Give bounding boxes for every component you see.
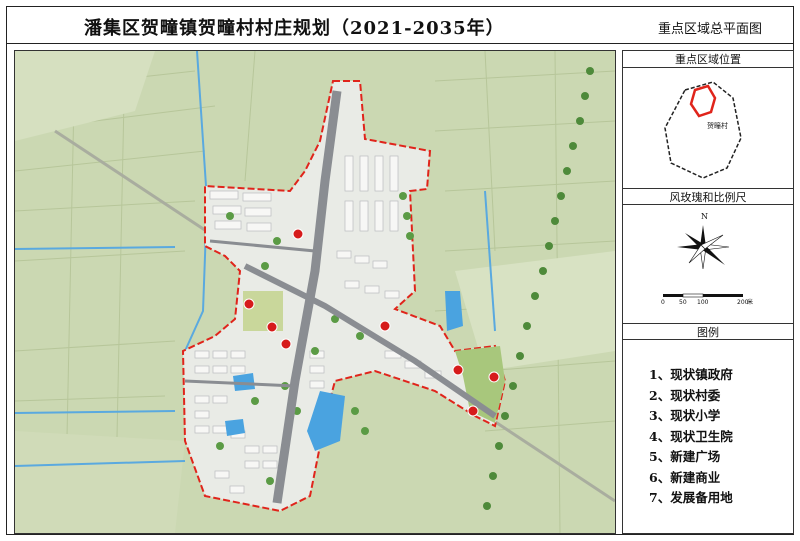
scale-bar: 0 50 100 200 米 xyxy=(661,293,753,306)
map-title: 潘集区贺疃镇贺疃村村庄规划（2021-2035年） xyxy=(84,18,505,39)
legend-item: 7、发展备用地 xyxy=(649,490,733,505)
legend-list: 1、现状镇政府 2、现状村委 3、现状小学 4、现状卫生院 5、新建广场 6、新… xyxy=(649,365,733,509)
map-subtitle: 重点区域总平面图 xyxy=(657,22,762,37)
legend-item: 1、现状镇政府 xyxy=(649,367,733,382)
legend-item: 2、现状村委 xyxy=(649,387,721,403)
focus-area-outline xyxy=(689,84,717,118)
side-panel: 重点区域位置 贺疃村 风玫瑰和比例尺 N 0 50 100 200 米 图例 1… xyxy=(622,50,794,534)
legend-item: 3、现状小学 xyxy=(649,408,721,423)
location-inset: 贺疃村 xyxy=(664,81,742,179)
north-label: N xyxy=(701,212,708,221)
header-bar: 潘集区贺疃镇贺疃村村庄规划（2021-2035年） 重点区域总平面图 xyxy=(6,6,794,44)
site-plan-svg xyxy=(15,51,615,533)
compass-panel-title: 风玫瑰和比例尺 xyxy=(623,188,793,205)
legend-item: 6、新建商业 xyxy=(649,469,721,485)
legend-item: 5、新建广场 xyxy=(649,449,721,464)
village-label: 贺疃村 xyxy=(707,121,728,130)
legend-panel-title: 图例 xyxy=(623,323,793,340)
scale-tick-0: 0 xyxy=(661,299,665,306)
site-plan-map xyxy=(14,50,616,534)
legend-item: 4、现状卫生院 xyxy=(649,428,733,444)
village-outline xyxy=(664,81,742,179)
scale-tick-100: 100 xyxy=(697,299,709,306)
scale-tick-50: 50 xyxy=(679,299,687,306)
wind-rose-icon xyxy=(677,225,730,270)
scale-unit: 米 xyxy=(747,298,753,306)
wind-rose-and-scale: N 0 50 100 200 米 xyxy=(661,212,753,306)
location-panel-title: 重点区域位置 xyxy=(623,51,793,68)
